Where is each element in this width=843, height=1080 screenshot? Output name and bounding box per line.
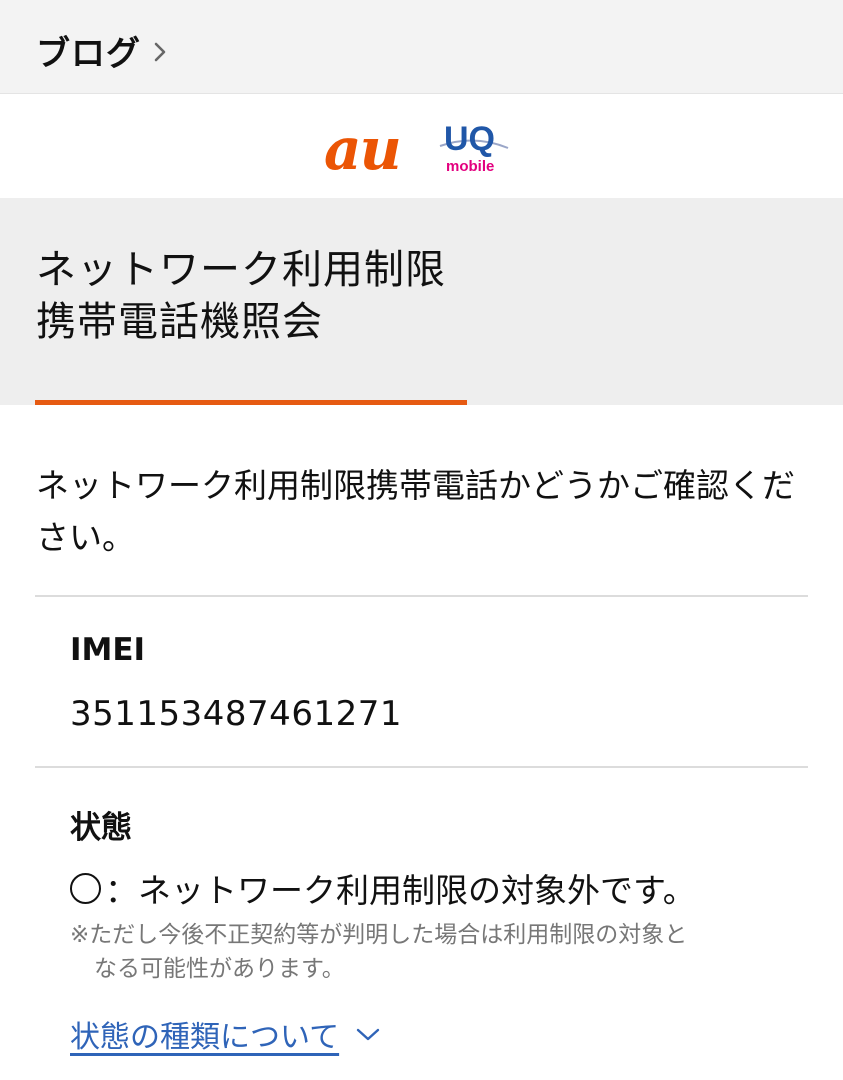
- status-result-text: ：ネットワーク利用制限の対象外です。: [105, 871, 696, 910]
- page-title-line1: ネットワーク利用制限: [36, 247, 446, 293]
- uq-logo-text: UQ: [444, 120, 495, 158]
- chevron-down-icon: [355, 1027, 381, 1047]
- status-label: 状態: [70, 810, 132, 846]
- uq-mobile-logo: UQ mobile: [434, 120, 514, 180]
- divider: [35, 595, 808, 597]
- breadcrumb-label: ブログ: [36, 34, 141, 74]
- au-logo-text: au: [324, 115, 402, 183]
- au-logo: au: [324, 120, 402, 178]
- status-result: ：ネットワーク利用制限の対象外です。: [70, 864, 696, 912]
- page-title-line2: 携帯電話機照会: [36, 299, 323, 345]
- chevron-right-icon: [153, 40, 167, 68]
- brand-logos: [0, 95, 843, 198]
- top-bar: ブログ: [0, 0, 843, 94]
- imei-label: IMEI: [70, 632, 146, 668]
- title-accent-bar: [35, 400, 467, 405]
- circle-status-icon: [70, 872, 101, 904]
- breadcrumb-blog-link[interactable]: ブログ: [36, 26, 167, 75]
- imei-value: 351153487461271: [70, 694, 402, 734]
- page-title: ネットワーク利用制限 携帯電話機照会: [36, 244, 446, 348]
- status-note-line1: ※ただし今後不正契約等が判明した場合は利用制限の対象と: [70, 922, 688, 948]
- status-types-link[interactable]: 状態の種類について: [70, 1012, 381, 1056]
- status-types-link-text: 状態の種類について: [70, 1020, 340, 1055]
- uq-logo-sub: mobile: [446, 158, 494, 175]
- intro-text: ネットワーク利用制限携帯電話かどうかご確認ください。: [36, 466, 795, 557]
- divider: [35, 766, 808, 768]
- status-note-line2: なる可能性があります。: [94, 956, 345, 982]
- status-note: ※ただし今後不正契約等が判明した場合は利用制限の対象と なる可能性があります。: [70, 918, 790, 986]
